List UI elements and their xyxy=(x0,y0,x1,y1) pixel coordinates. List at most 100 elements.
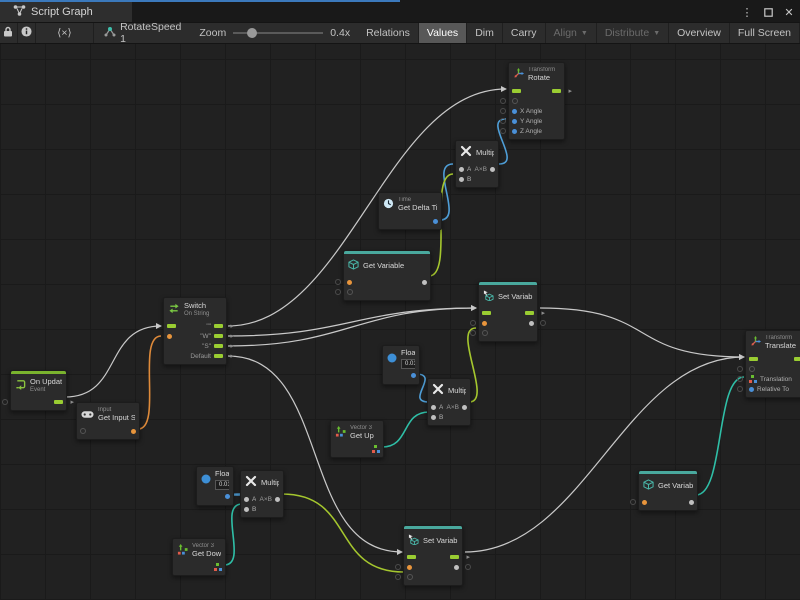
close-icon[interactable]: ✕ xyxy=(782,5,796,19)
vector3-port[interactable] xyxy=(372,445,380,453)
flow-port[interactable] xyxy=(214,334,223,338)
breadcrumb[interactable]: RotateSpeed 1 xyxy=(94,23,191,43)
blue-value-port[interactable] xyxy=(225,494,230,499)
orange-value-port[interactable] xyxy=(167,334,172,339)
orange-value-port[interactable] xyxy=(131,429,136,434)
get-variable-top-node[interactable]: Get Variable xyxy=(343,250,431,301)
tab-script-graph[interactable]: Script Graph xyxy=(0,2,132,22)
get-up-node[interactable]: Vector 3Get Up xyxy=(330,420,384,458)
flow-port[interactable] xyxy=(794,357,800,361)
vector3-port[interactable] xyxy=(749,375,757,383)
port-label: Default xyxy=(190,353,211,360)
lock-button[interactable] xyxy=(0,23,18,43)
port-label: A xyxy=(252,496,256,503)
set-variable-mid-node[interactable]: Set Variable▸ xyxy=(478,281,538,342)
flow-arrow-icon: ▸ xyxy=(541,310,545,317)
pale-value-port[interactable] xyxy=(431,405,436,410)
pale-value-port[interactable] xyxy=(244,497,249,502)
toolbar-button-overview[interactable]: Overview xyxy=(669,23,730,43)
rotate-node[interactable]: TransformRotate▸X AngleY AngleZ Angle xyxy=(508,62,565,140)
pale-value-port[interactable] xyxy=(529,321,534,326)
float-mid-node[interactable]: Float0.01 xyxy=(382,345,420,385)
blue-value-port[interactable] xyxy=(411,373,416,378)
flow-port[interactable] xyxy=(214,344,223,348)
zoom-slider[interactable] xyxy=(233,32,323,34)
flow-port[interactable] xyxy=(407,555,416,559)
port-label: "W" xyxy=(200,333,211,340)
pale-value-port[interactable] xyxy=(454,565,459,570)
event-icon xyxy=(15,377,26,395)
value-field[interactable]: 0.01 xyxy=(401,359,415,369)
empty-port[interactable] xyxy=(482,330,488,336)
multiply-bottom-node[interactable]: MultiplyAA×BB xyxy=(240,470,284,518)
graph-canvas[interactable]: TransformRotate▸X AngleY AngleZ AngleMul… xyxy=(0,44,800,600)
flow-arrow-icon: ▸ xyxy=(230,343,234,350)
insert-group-button[interactable]: ⟨×⟩ xyxy=(36,23,94,43)
unconnected-port-indicator xyxy=(500,108,506,114)
multiply-mid-node[interactable]: MultiplyAA×BB xyxy=(427,378,471,426)
set-variable-bottom-node[interactable]: Set Variable▸ xyxy=(403,525,463,586)
flow-port[interactable] xyxy=(482,311,491,315)
toolbar-button-dim[interactable]: Dim xyxy=(467,23,503,43)
flow-port[interactable] xyxy=(512,89,521,93)
flow-port[interactable] xyxy=(54,400,63,404)
maximize-icon[interactable] xyxy=(761,5,775,19)
flow-port[interactable] xyxy=(525,311,534,315)
node-title: Get Up xyxy=(350,432,374,441)
info-button[interactable] xyxy=(18,23,36,43)
pale-value-port[interactable] xyxy=(459,167,464,172)
translate-node[interactable]: TransformTranslate▸TranslationRelative T… xyxy=(745,330,800,398)
orange-value-port[interactable] xyxy=(482,321,487,326)
empty-port[interactable] xyxy=(512,98,518,104)
breadcrumb-label: RotateSpeed 1 xyxy=(120,21,181,45)
flow-arrow-icon: ▸ xyxy=(230,353,234,360)
value-field[interactable]: 0.01 xyxy=(215,480,229,490)
empty-port[interactable] xyxy=(749,366,755,372)
node-title: Multiply xyxy=(261,479,279,488)
get-delta-time-node[interactable]: TimeGet Delta Time xyxy=(378,192,442,230)
vector3-port[interactable] xyxy=(214,563,222,571)
blue-value-port[interactable] xyxy=(433,219,438,224)
blue-value-port[interactable] xyxy=(749,387,754,392)
switch-node[interactable]: SwitchOn String""▸"W"▸"S"▸Default▸ xyxy=(163,297,227,365)
float-bottom-node[interactable]: Float0.01 xyxy=(196,466,234,506)
pale-value-port[interactable] xyxy=(462,405,467,410)
flow-port[interactable] xyxy=(749,357,758,361)
blue-value-port[interactable] xyxy=(512,129,517,134)
unconnected-port-indicator xyxy=(737,386,743,392)
pale-value-port[interactable] xyxy=(459,177,464,182)
empty-port[interactable] xyxy=(347,289,353,295)
toolbar-button-full-screen[interactable]: Full Screen xyxy=(730,23,800,43)
pale-value-port[interactable] xyxy=(244,507,249,512)
flow-port[interactable] xyxy=(214,324,223,328)
port-row xyxy=(173,562,225,572)
flow-port[interactable] xyxy=(450,555,459,559)
flow-port[interactable] xyxy=(167,324,176,328)
zoom-slider-thumb[interactable] xyxy=(247,28,257,38)
multiply-top-node[interactable]: MultiplyAA×BB xyxy=(455,140,499,188)
pale-value-port[interactable] xyxy=(422,280,427,285)
node-title: Translate xyxy=(765,342,796,351)
on-update-node[interactable]: On UpdateEvent▸ xyxy=(10,370,67,411)
blue-value-port[interactable] xyxy=(512,119,517,124)
flow-port[interactable] xyxy=(214,354,223,358)
get-input-string-node[interactable]: InputGet Input String xyxy=(76,402,140,440)
port-row: AA×B xyxy=(428,402,470,412)
get-variable-br-node[interactable]: Get Variable xyxy=(638,470,698,511)
more-menu-icon[interactable]: ⋮ xyxy=(740,5,754,19)
orange-value-port[interactable] xyxy=(407,565,412,570)
get-down-node[interactable]: Vector 3Get Down xyxy=(172,538,226,576)
empty-port[interactable] xyxy=(407,574,413,580)
flow-port[interactable] xyxy=(552,89,561,93)
empty-port[interactable] xyxy=(80,428,86,434)
toolbar-button-values[interactable]: Values xyxy=(419,23,467,43)
pale-value-port[interactable] xyxy=(275,497,280,502)
orange-value-port[interactable] xyxy=(347,280,352,285)
toolbar-button-relations[interactable]: Relations xyxy=(358,23,419,43)
pale-value-port[interactable] xyxy=(431,415,436,420)
blue-value-port[interactable] xyxy=(512,109,517,114)
pale-value-port[interactable] xyxy=(490,167,495,172)
toolbar-button-carry[interactable]: Carry xyxy=(503,23,546,43)
orange-value-port[interactable] xyxy=(642,500,647,505)
pale-value-port[interactable] xyxy=(689,500,694,505)
